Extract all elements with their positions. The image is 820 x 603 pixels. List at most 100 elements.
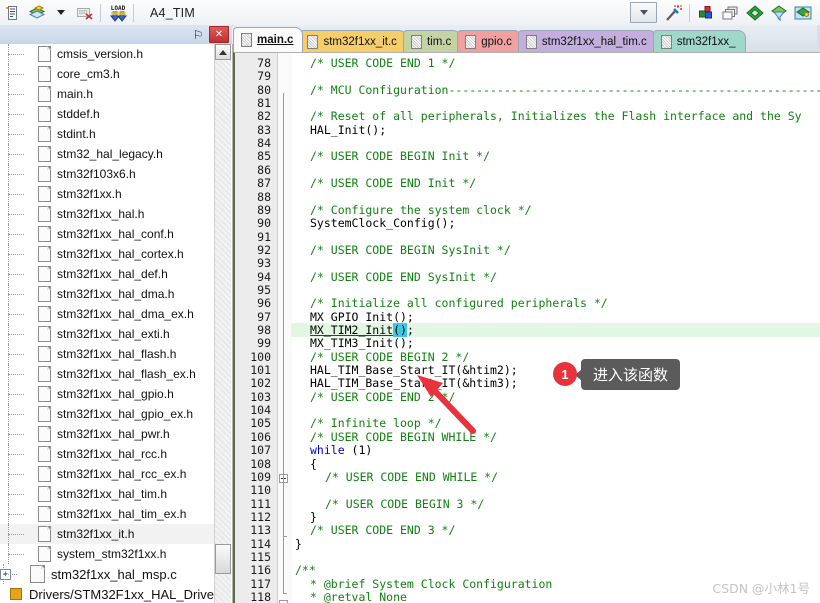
tree-item[interactable]: stm32f1xx_hal_flash.h xyxy=(0,344,215,364)
code-view[interactable]: 78 /* USER CODE END 1 */ 79 80 /* MCU Config… xyxy=(233,52,820,603)
code-line[interactable]: /* USER CODE BEGIN 3 */ xyxy=(325,497,484,511)
tree-expand-icon[interactable]: + xyxy=(0,569,11,580)
tree-item[interactable]: stm32f1xx_hal_cortex.h xyxy=(0,244,215,264)
code-token: /* USER CODE BEGIN 2 */ xyxy=(310,349,470,364)
editor-tab[interactable]: stm32f1xx_hal_tim.c xyxy=(517,30,657,52)
code-line[interactable]: /* USER CODE END SysInit */ xyxy=(310,270,497,284)
new-file-icon[interactable] xyxy=(2,2,24,24)
scrollbar-thumb[interactable] xyxy=(215,544,231,574)
magic-wand-icon[interactable] xyxy=(663,2,685,24)
code-line[interactable]: /* USER CODE END 3 */ xyxy=(310,523,455,537)
code-line[interactable]: /* Infinite loop */ xyxy=(310,416,442,430)
tree-item-label: stm32f1xx_hal_exti.h xyxy=(57,327,170,341)
tree-item[interactable]: stm32f1xx_hal_tim.h xyxy=(0,484,215,504)
editor-tab-label: gpio.c xyxy=(481,35,512,48)
file-icon xyxy=(38,506,51,522)
build-layers-icon[interactable] xyxy=(26,2,48,24)
code-line[interactable]: /** xyxy=(295,563,316,577)
code-token: /* USER CODE END 1 */ xyxy=(310,56,456,70)
editor-tab[interactable]: tim.c xyxy=(402,30,462,52)
tree-item[interactable]: stm32_hal_legacy.h xyxy=(0,144,215,164)
green-diamond-icon[interactable] xyxy=(744,2,766,24)
tree-item[interactable]: + stm32f1xx_hal_msp.c xyxy=(0,564,215,584)
tree-item[interactable]: core_cm3.h xyxy=(0,64,215,84)
code-line[interactable]: /* USER CODE END Init */ xyxy=(310,176,476,190)
tree-item[interactable]: stm32f1xx_hal_gpio_ex.h xyxy=(0,404,215,424)
code-line[interactable]: { xyxy=(310,457,317,471)
scroll-up-button[interactable] xyxy=(215,44,231,60)
code-line[interactable]: SystemClock_Config(); xyxy=(310,216,455,230)
tree-item[interactable]: stm32f1xx_hal_rcc_ex.h xyxy=(0,464,215,484)
code-line[interactable]: /* MCU Configuration--------------------… xyxy=(310,83,820,97)
code-line[interactable]: HAL_Init(); xyxy=(310,123,386,137)
code-line[interactable]: } xyxy=(295,537,302,551)
tree-item[interactable]: cmsis_version.h xyxy=(0,44,215,64)
code-line[interactable]: /* Initialize all configured peripherals… xyxy=(310,296,608,310)
manage-components-icon[interactable] xyxy=(696,2,718,24)
load-download-icon[interactable]: LOAD xyxy=(107,2,129,24)
tree-item-label: stm32f1xx_hal_flash.h xyxy=(57,347,177,361)
line-number: 101 xyxy=(250,363,271,378)
code-line[interactable]: HAL_TIM_Base_Start_IT(&htim2); xyxy=(310,363,518,377)
tree-item[interactable]: stdint.h xyxy=(0,124,215,144)
tree-item[interactable]: stm32f103x6.h xyxy=(0,164,215,184)
code-line[interactable]: /* USER CODE END 1 */ xyxy=(310,56,455,70)
tree-item[interactable]: stm32f1xx_hal_flash_ex.h xyxy=(0,364,215,384)
code-line[interactable]: /* USER CODE BEGIN 2 */ xyxy=(310,350,469,364)
tree-item[interactable]: stm32f1xx.h xyxy=(0,184,215,204)
windows-tile-icon[interactable] xyxy=(720,2,742,24)
dropdown-caret-icon[interactable] xyxy=(50,2,72,24)
tree-item[interactable]: system_stm32f1xx.h xyxy=(0,544,215,564)
tree-item[interactable]: stm32f1xx_hal_tim_ex.h xyxy=(0,504,215,524)
code-line[interactable]: /* USER CODE BEGIN Init */ xyxy=(310,149,490,163)
pin-icon[interactable]: ⚐ xyxy=(190,27,206,43)
code-line[interactable]: MX_TIM3_Init(); xyxy=(310,336,414,350)
tree-item-label: stm32f1xx_hal_pwr.h xyxy=(57,427,170,441)
code-line[interactable]: MX_TIM2_Init(); xyxy=(310,323,414,337)
tree-item[interactable]: stddef.h xyxy=(0,104,215,124)
code-line[interactable]: } xyxy=(310,510,317,524)
code-line[interactable]: /* Configure the system clock */ xyxy=(310,203,532,217)
code-line[interactable]: /* USER CODE BEGIN SysInit */ xyxy=(310,243,511,257)
configuration-wizard-icon[interactable] xyxy=(792,2,814,24)
code-line[interactable]: * @brief System Clock Configuration xyxy=(310,577,552,591)
tree-item[interactable]: Drivers/STM32F1xx_HAL_Driver xyxy=(0,584,218,603)
editor-tab[interactable]: stm32f1xx_ xyxy=(652,30,746,52)
code-token: /** xyxy=(295,563,316,578)
tree-item[interactable]: stm32f1xx_hal_pwr.h xyxy=(0,424,215,444)
project-tree[interactable]: cmsis_version.h core_cm3.h main.h stddef.h s… xyxy=(0,44,233,603)
line-number: 104 xyxy=(250,403,271,418)
code-line[interactable]: HAL_TIM_Base_Start_IT(&htim3); xyxy=(310,376,518,390)
annotation-badge: 1 xyxy=(553,362,577,386)
editor-tab[interactable]: main.c xyxy=(233,27,304,52)
tree-item[interactable]: stm32f1xx_hal_gpio.h xyxy=(0,384,215,404)
tree-item[interactable]: stm32f1xx_hal_def.h xyxy=(0,264,215,284)
code-line[interactable]: /* Reset of all peripherals, Initializes… xyxy=(310,109,802,123)
code-line[interactable]: * @retval None xyxy=(310,590,407,603)
tree-item[interactable]: stm32f1xx_it.h xyxy=(0,524,215,544)
code-line[interactable]: while (1) xyxy=(310,443,372,457)
code-line[interactable]: /* USER CODE BEGIN WHILE */ xyxy=(310,430,497,444)
tree-item[interactable]: stm32f1xx_hal_dma.h xyxy=(0,284,215,304)
editor-tab[interactable]: gpio.c xyxy=(457,30,522,52)
file-icon xyxy=(38,146,51,162)
tree-guide xyxy=(0,124,38,144)
editor-tab[interactable]: stm32f1xx_it.c xyxy=(299,30,407,52)
tree-item[interactable]: stm32f1xx_hal.h xyxy=(0,204,215,224)
tree-item-label: core_cm3.h xyxy=(57,67,120,81)
code-line[interactable]: MX_GPIO_Init(); xyxy=(310,310,414,324)
project-tree-scrollbar[interactable] xyxy=(214,44,231,603)
tree-item[interactable]: stm32f1xx_hal_conf.h xyxy=(0,224,215,244)
tree-guide xyxy=(0,364,38,384)
tree-item[interactable]: main.h xyxy=(0,84,215,104)
target-select[interactable] xyxy=(630,2,657,23)
code-line[interactable]: /* USER CODE END 2 */ xyxy=(310,390,455,404)
code-line[interactable]: /* USER CODE END WHILE */ xyxy=(325,470,498,484)
close-icon[interactable]: ✕ xyxy=(209,26,229,43)
tree-guide xyxy=(0,44,38,64)
filter-funnel-icon[interactable] xyxy=(768,2,790,24)
tree-item[interactable]: stm32f1xx_hal_rcc.h xyxy=(0,444,215,464)
tree-item[interactable]: stm32f1xx_hal_exti.h xyxy=(0,324,215,344)
file-icon xyxy=(38,326,51,342)
tree-item[interactable]: stm32f1xx_hal_dma_ex.h xyxy=(0,304,215,324)
